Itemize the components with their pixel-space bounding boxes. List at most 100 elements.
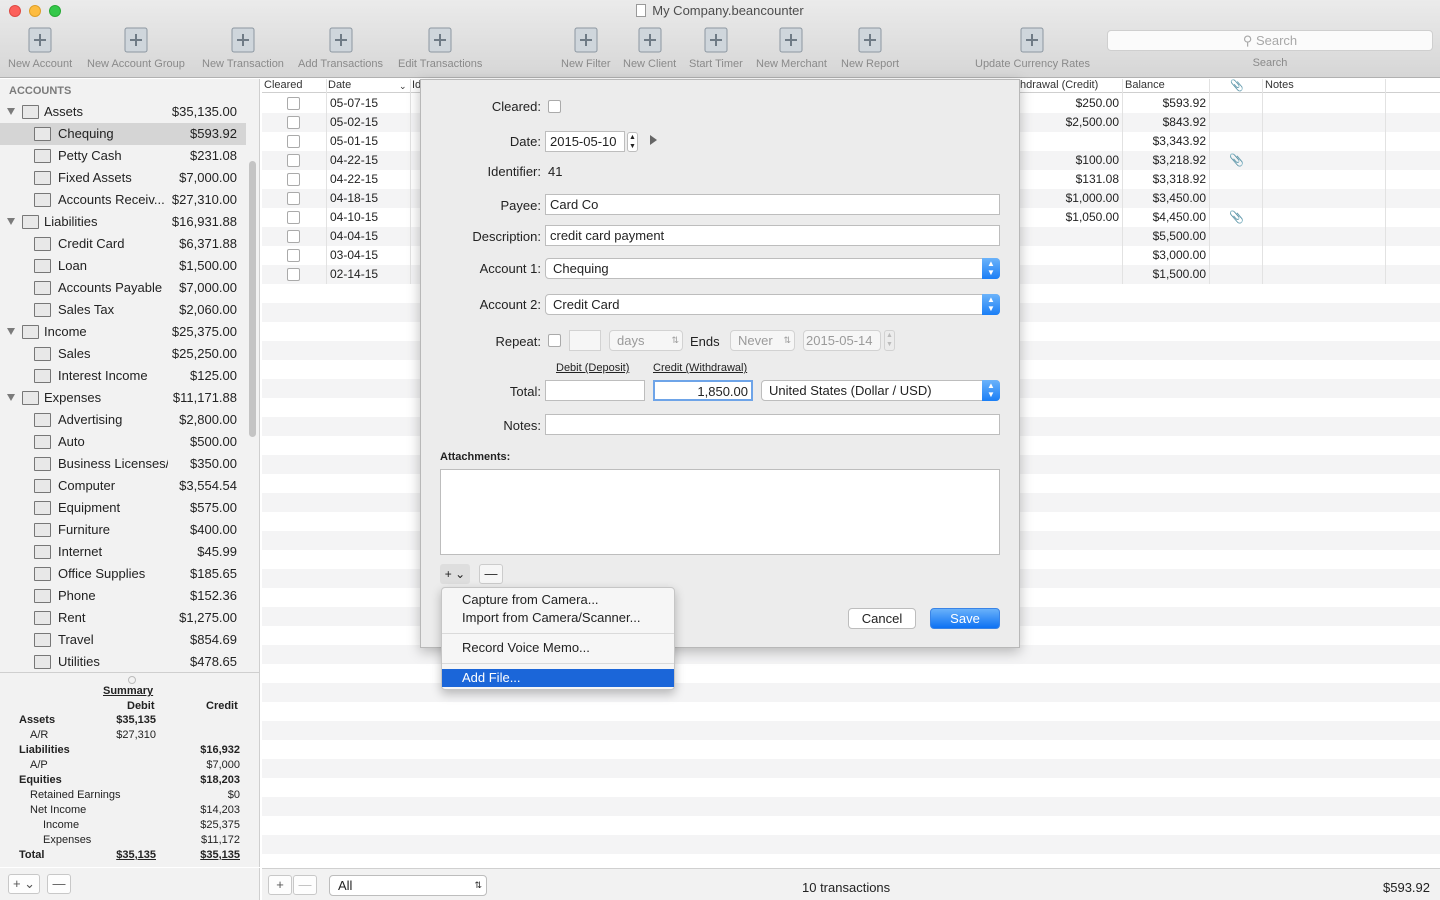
filter-select[interactable]: All ⇅ [329, 875, 487, 896]
add-account-menu-button[interactable]: + ⌄ [8, 874, 40, 894]
toolbar-update-currency-rates-button[interactable]: Update Currency Rates [975, 22, 1090, 70]
column-withdrawal[interactable]: hdrawal (Credit) [1020, 79, 1098, 91]
paperclip-icon[interactable]: 📎 [1229, 208, 1244, 227]
repeat-unit-select[interactable]: days ⇅ [609, 330, 683, 351]
menu-item-record-voice-memo[interactable]: Record Voice Memo... [442, 639, 674, 657]
column-date[interactable]: Date [328, 79, 351, 91]
paperclip-icon[interactable]: 📎 [1229, 151, 1244, 170]
menu-item-capture-camera[interactable]: Capture from Camera... [442, 591, 674, 609]
account-row[interactable]: Internet $45.99 [0, 541, 246, 563]
account-row[interactable]: Sales $25,250.00 [0, 343, 246, 365]
account-row[interactable]: Rent $1,275.00 [0, 607, 246, 629]
cleared-checkbox[interactable] [287, 192, 300, 205]
search-input[interactable]: ⚲ Search [1107, 30, 1433, 51]
cleared-checkbox[interactable] [287, 249, 300, 262]
column-balance[interactable]: Balance [1125, 79, 1165, 91]
remove-attachment-button[interactable]: — [479, 564, 503, 584]
ends-select[interactable]: Never ⇅ [730, 330, 795, 351]
account-row[interactable]: Interest Income $125.00 [0, 365, 246, 387]
add-transaction-button[interactable]: + [268, 875, 292, 895]
account-row[interactable]: Phone $152.36 [0, 585, 246, 607]
account1-select[interactable]: Chequing ▲ ▼ [545, 258, 1000, 279]
cancel-button[interactable]: Cancel [848, 608, 916, 629]
account-row[interactable]: Business Licenses/... $350.00 [0, 453, 246, 475]
account-row[interactable]: Utilities $478.65 [0, 651, 246, 673]
menu-item-add-file[interactable]: Add File... [442, 669, 674, 687]
ends-date-stepper[interactable]: ▲ ▼ [884, 330, 895, 351]
column-cleared[interactable]: Cleared [264, 79, 303, 91]
account-row[interactable]: Computer $3,554.54 [0, 475, 246, 497]
account-row[interactable]: Accounts Payable $7,000.00 [0, 277, 246, 299]
toolbar-new-filter-button[interactable]: New Filter [561, 22, 611, 70]
notes-field[interactable] [545, 414, 1000, 435]
cleared-checkbox[interactable] [287, 268, 300, 281]
row-balance: $3,218.92 [1152, 153, 1206, 167]
account-group-row[interactable]: Assets $35,135.00 [0, 101, 246, 123]
repeat-checkbox[interactable] [548, 334, 561, 347]
cleared-checkbox[interactable] [287, 230, 300, 243]
toolbar: My Company.beancounter New Account New Ac… [0, 0, 1440, 78]
description-field[interactable]: credit card payment [545, 225, 1000, 246]
account-group-row[interactable]: Expenses $11,171.88 [0, 387, 246, 409]
toolbar-new-report-button[interactable]: New Report [841, 22, 899, 70]
account-balance: $400.00 [190, 522, 237, 537]
empty-table-row [262, 683, 1440, 702]
date-field[interactable]: 2015-05-10 [545, 131, 625, 152]
remove-account-button[interactable]: — [47, 874, 71, 894]
cleared-checkbox[interactable] [287, 97, 300, 110]
account-row[interactable]: Furniture $400.00 [0, 519, 246, 541]
toolbar-new-merchant-button[interactable]: New Merchant [756, 22, 827, 70]
account2-select[interactable]: Credit Card ▲ ▼ [545, 294, 1000, 315]
disclosure-triangle-icon[interactable] [7, 394, 15, 401]
repeat-count-field[interactable] [569, 330, 601, 351]
toolbar-start-timer-button[interactable]: Start Timer [689, 22, 743, 70]
disclosure-triangle-icon[interactable] [7, 218, 15, 225]
menu-item-import-scanner[interactable]: Import from Camera/Scanner... [442, 609, 674, 627]
toolbar-add-transactions-button[interactable]: Add Transactions [298, 22, 383, 70]
currency-select[interactable]: United States (Dollar / USD) ▲ ▼ [761, 380, 1000, 401]
ends-date-field[interactable]: 2015-05-14 [803, 330, 881, 351]
disclosure-triangle-icon[interactable] [7, 328, 15, 335]
account-row[interactable]: Petty Cash $231.08 [0, 145, 246, 167]
remove-transaction-button[interactable]: — [293, 875, 317, 895]
cleared-checkbox[interactable] [287, 135, 300, 148]
account-row[interactable]: Advertising $2,800.00 [0, 409, 246, 431]
account-group-row[interactable]: Income $25,375.00 [0, 321, 246, 343]
account-row[interactable]: Sales Tax $2,060.00 [0, 299, 246, 321]
account-group-row[interactable]: Liabilities $16,931.88 [0, 211, 246, 233]
account-row[interactable]: Equipment $575.00 [0, 497, 246, 519]
toolbar-new-client-button[interactable]: New Client [623, 22, 676, 70]
column-attachment-paperclip-icon[interactable]: 📎 [1230, 79, 1244, 92]
toolbar-new-transaction-button[interactable]: New Transaction [202, 22, 284, 70]
cleared-checkbox[interactable] [548, 100, 561, 113]
cleared-checkbox[interactable] [287, 173, 300, 186]
split-handle[interactable] [128, 676, 136, 684]
account-row[interactable]: Loan $1,500.00 [0, 255, 246, 277]
toolbar-new-account-button[interactable]: New Account [8, 22, 72, 70]
cleared-checkbox[interactable] [287, 116, 300, 129]
credit-field[interactable]: 1,850.00 [653, 380, 753, 401]
debit-field[interactable] [545, 380, 645, 401]
date-stepper[interactable]: ▲ ▼ [627, 132, 638, 152]
empty-table-row [262, 759, 1440, 778]
account-row[interactable]: Travel $854.69 [0, 629, 246, 651]
toolbar-new-account-group-button[interactable]: New Account Group [87, 22, 185, 70]
account-row[interactable]: Office Supplies $185.65 [0, 563, 246, 585]
account-row[interactable]: Auto $500.00 [0, 431, 246, 453]
payee-field[interactable]: Card Co [545, 194, 1000, 215]
account-row[interactable]: Chequing $593.92 [0, 123, 246, 145]
add-attachment-menu-button[interactable]: + ⌄ [440, 564, 470, 584]
folder-icon [22, 105, 39, 119]
account-row[interactable]: Credit Card $6,371.88 [0, 233, 246, 255]
column-notes[interactable]: Notes [1265, 79, 1294, 91]
attachments-list[interactable] [440, 469, 1000, 555]
account-row[interactable]: Accounts Receiv... $27,310.00 [0, 189, 246, 211]
disclosure-triangle-icon[interactable] [7, 108, 15, 115]
save-button[interactable]: Save [930, 608, 1000, 629]
account-row[interactable]: Fixed Assets $7,000.00 [0, 167, 246, 189]
sidebar-scrollbar[interactable] [249, 161, 256, 437]
cleared-checkbox[interactable] [287, 211, 300, 224]
cleared-checkbox[interactable] [287, 154, 300, 167]
toolbar-edit-transactions-button[interactable]: Edit Transactions [398, 22, 482, 70]
calendar-disclosure-icon[interactable] [650, 135, 657, 145]
